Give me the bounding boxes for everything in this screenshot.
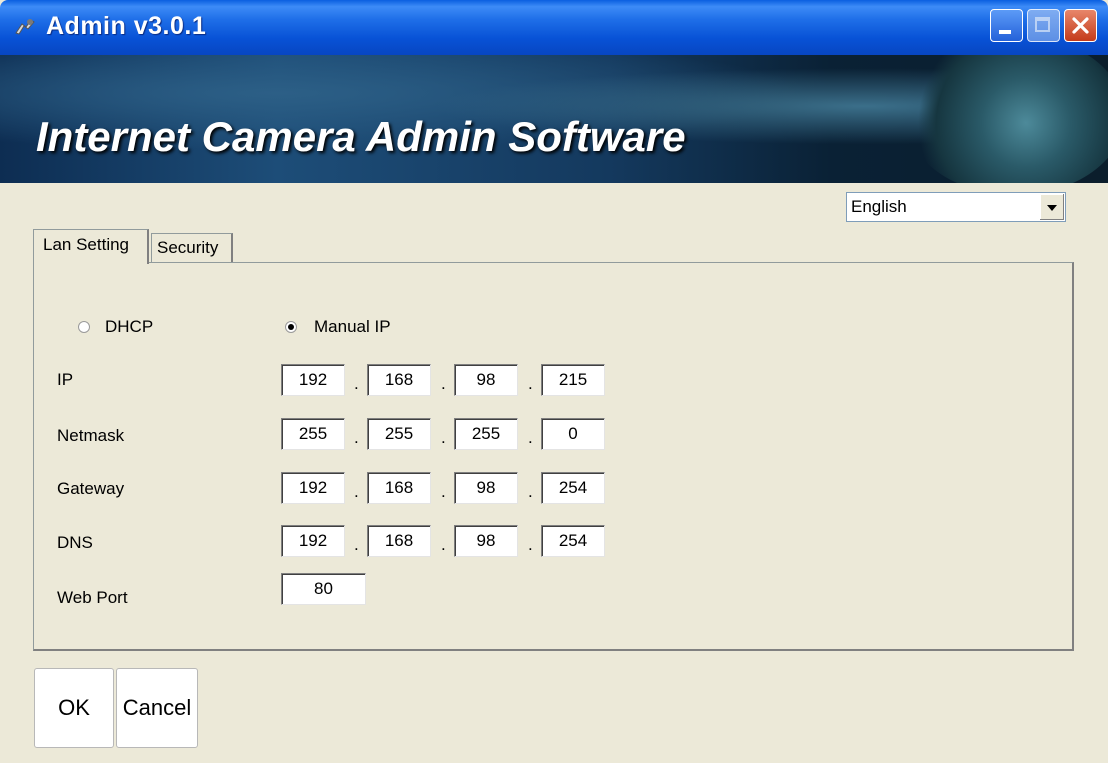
- ip-octet-4[interactable]: 215: [541, 364, 605, 396]
- netmask-separator: .: [354, 428, 359, 447]
- gateway-label: Gateway: [57, 479, 125, 498]
- netmask-octet-2[interactable]: 255: [367, 418, 431, 450]
- netmask-octet-3[interactable]: 255: [454, 418, 518, 450]
- netmask-octet-1[interactable]: 255: [281, 418, 345, 450]
- ip-separator: .: [354, 374, 359, 393]
- dns-separator: .: [441, 535, 446, 554]
- minimize-button[interactable]: [990, 9, 1023, 42]
- gateway-separator: .: [441, 482, 446, 501]
- admin-window: Admin v3.0.1 Internet Camera Admin Softw…: [0, 0, 1108, 763]
- window-title: Admin v3.0.1: [46, 12, 207, 40]
- chevron-down-icon[interactable]: [1039, 194, 1064, 220]
- ok-button[interactable]: OK: [34, 668, 114, 748]
- close-button[interactable]: [1064, 9, 1097, 42]
- ip-octet-1[interactable]: 192: [281, 364, 345, 396]
- ip-octet-2[interactable]: 168: [367, 364, 431, 396]
- maximize-button[interactable]: [1027, 9, 1060, 42]
- manual-ip-label: Manual IP: [314, 317, 391, 336]
- dhcp-radio[interactable]: [78, 321, 90, 333]
- tab-lan-setting[interactable]: Lan Setting: [33, 229, 149, 264]
- banner-title: Internet Camera Admin Software: [36, 113, 686, 160]
- tab-security[interactable]: Security: [151, 233, 233, 262]
- dhcp-label: DHCP: [105, 317, 154, 336]
- dns-separator: .: [354, 535, 359, 554]
- manual-ip-radio[interactable]: [285, 321, 297, 333]
- dns-octet-3[interactable]: 98: [454, 525, 518, 557]
- ip-separator: .: [441, 374, 446, 393]
- ip-separator: .: [528, 374, 533, 393]
- netmask-label: Netmask: [57, 426, 125, 445]
- language-select[interactable]: English: [846, 192, 1066, 222]
- web-port-label: Web Port: [57, 588, 128, 607]
- cancel-button[interactable]: Cancel: [116, 668, 198, 748]
- lan-setting-panel: [33, 262, 1074, 651]
- dns-octet-2[interactable]: 168: [367, 525, 431, 557]
- gateway-octet-2[interactable]: 168: [367, 472, 431, 504]
- dns-octet-1[interactable]: 192: [281, 525, 345, 557]
- gateway-octet-4[interactable]: 254: [541, 472, 605, 504]
- gateway-octet-1[interactable]: 192: [281, 472, 345, 504]
- dns-label: DNS: [57, 533, 93, 552]
- gateway-octet-3[interactable]: 98: [454, 472, 518, 504]
- camera-lens-image: [905, 55, 1108, 183]
- gateway-separator: .: [354, 482, 359, 501]
- title-bar[interactable]: Admin v3.0.1: [0, 0, 1108, 55]
- netmask-separator: .: [441, 428, 446, 447]
- language-value: English: [851, 197, 907, 216]
- dns-separator: .: [528, 535, 533, 554]
- header-banner: Internet Camera Admin Software: [0, 55, 1108, 183]
- camera-app-icon: [15, 19, 35, 35]
- netmask-octet-4[interactable]: 0: [541, 418, 605, 450]
- close-icon: [1072, 17, 1089, 34]
- web-port-input[interactable]: 80: [281, 573, 366, 605]
- gateway-separator: .: [528, 482, 533, 501]
- netmask-separator: .: [528, 428, 533, 447]
- dns-octet-4[interactable]: 254: [541, 525, 605, 557]
- ip-label: IP: [57, 370, 74, 389]
- ip-octet-3[interactable]: 98: [454, 364, 518, 396]
